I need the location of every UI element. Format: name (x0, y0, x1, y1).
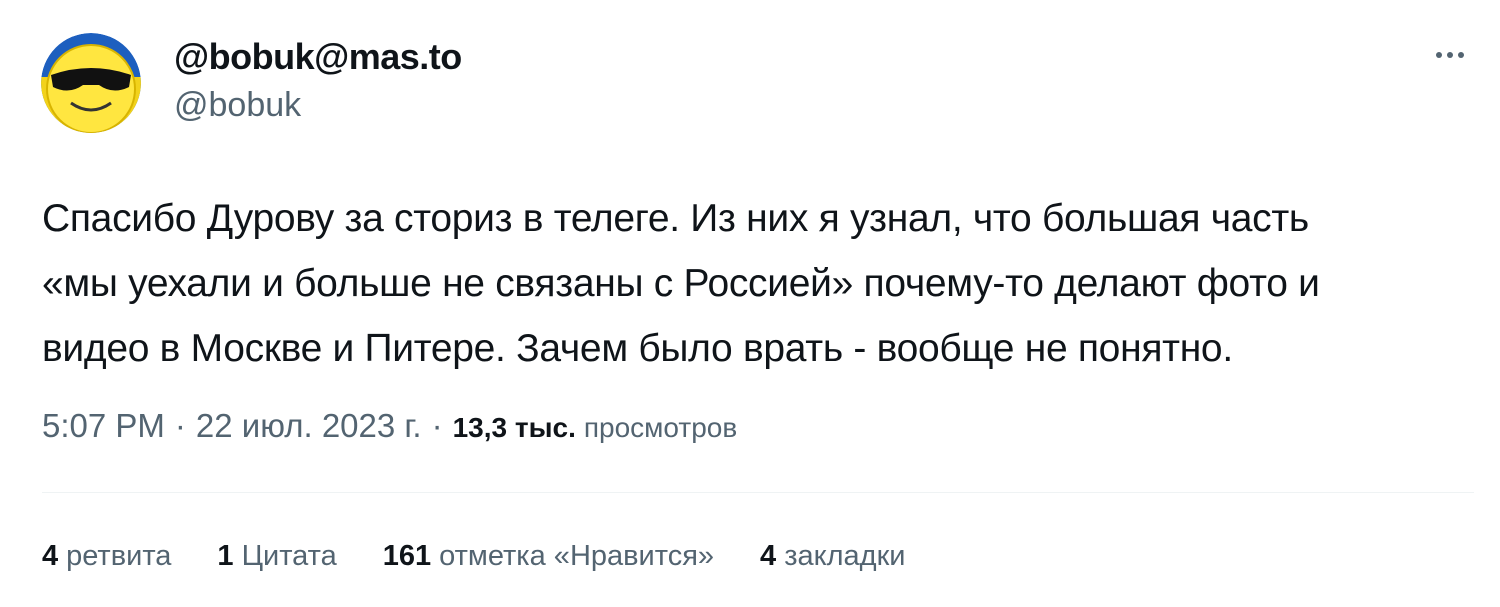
author-display-name[interactable]: @bobuk@mas.to (174, 36, 462, 78)
tweet-date[interactable]: 22 июл. 2023 г. (196, 407, 422, 445)
quotes-stat[interactable]: 1 Цитата (217, 540, 336, 573)
tweet-card: @bobuk@mas.to @bobuk Спасибо Дурову за с… (0, 0, 1500, 607)
stat-label: ретвита (66, 540, 172, 572)
bookmarks-stat[interactable]: 4 закладки (760, 540, 905, 573)
stat-count: 4 (760, 540, 777, 572)
views-count[interactable]: 13,3 тыс. (453, 412, 576, 444)
meta-separator: · (431, 407, 443, 444)
stat-count: 161 (382, 540, 432, 572)
stat-label: отметка «Нравится» (439, 540, 715, 572)
likes-stat[interactable]: 161 отметка «Нравится» (383, 540, 714, 573)
tweet-text: Спасибо Дурову за сториз в телеге. Из ни… (42, 197, 1320, 370)
avatar[interactable] (41, 33, 141, 133)
stat-count: 4 (42, 540, 59, 572)
retweets-stat[interactable]: 4 ретвита (42, 540, 171, 573)
tweet-meta: 5:07 PM · 22 июл. 2023 г. · 13,3 тыс. пр… (42, 407, 737, 445)
author-handle[interactable]: @bobuk (174, 86, 301, 125)
meta-separator: · (174, 407, 186, 444)
more-horizontal-icon (1436, 52, 1442, 58)
stat-count: 1 (217, 540, 234, 572)
stat-label: Цитата (241, 540, 337, 572)
sunglasses-smiley-avatar-icon (41, 33, 141, 133)
divider (42, 492, 1474, 493)
more-dot (1447, 52, 1453, 58)
stat-label: закладки (784, 540, 906, 572)
tweet-time[interactable]: 5:07 PM (42, 407, 165, 445)
more-options-button[interactable] (1428, 40, 1472, 70)
views-label: просмотров (583, 412, 738, 443)
engagement-stats: 4 ретвита 1 Цитата 161 отметка «Нравится… (42, 540, 951, 573)
more-dot (1458, 52, 1464, 58)
